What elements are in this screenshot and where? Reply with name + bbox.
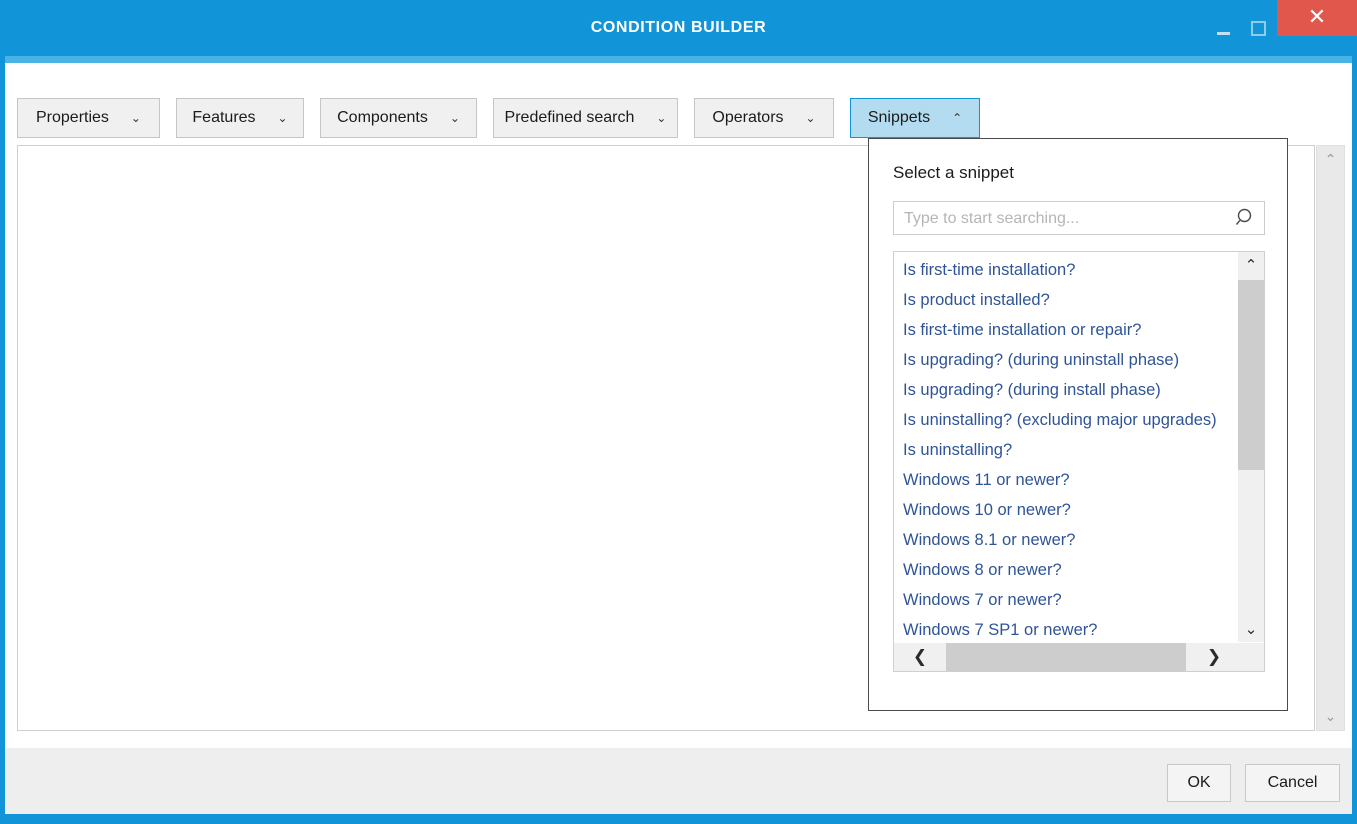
snippet-list-box[interactable]: Is first-time installation?Is product in… — [893, 251, 1265, 672]
operators-dropdown-button[interactable]: Operators ⌄ — [694, 98, 834, 138]
scroll-right-icon[interactable]: ❯ — [1188, 643, 1240, 671]
operators-label: Operators — [712, 109, 783, 127]
scroll-up-icon[interactable]: ⌃ — [1317, 146, 1344, 173]
snippet-search-box[interactable] — [893, 201, 1265, 235]
snippets-dropdown-panel: Select a snippet Is first-time installat… — [868, 138, 1288, 711]
vertical-scroll-thumb[interactable] — [1238, 280, 1264, 470]
condition-editor-scrollbar[interactable]: ⌃ ⌄ — [1316, 145, 1345, 731]
scroll-up-icon[interactable]: ⌃ — [1238, 252, 1264, 278]
window-border-right — [1352, 56, 1357, 824]
features-dropdown-button[interactable]: Features ⌄ — [176, 98, 304, 138]
chevron-down-icon: ⌄ — [278, 112, 288, 124]
cancel-button[interactable]: Cancel — [1245, 764, 1340, 802]
horizontal-scroll-thumb[interactable] — [946, 643, 1186, 671]
title-bar: CONDITION BUILDER ✕ — [0, 0, 1357, 56]
insert-toolbar: Properties ⌄ Features ⌄ Components ⌄ Pre… — [17, 98, 980, 138]
snippet-list-item[interactable]: Is product installed? — [894, 285, 1239, 315]
snippet-list-horizontal-scrollbar[interactable]: ❮ ❯ — [894, 643, 1240, 671]
snippet-list-item[interactable]: Is uninstalling? — [894, 435, 1239, 465]
snippet-list-item[interactable]: Is upgrading? (during uninstall phase) — [894, 345, 1239, 375]
chevron-up-icon: ⌃ — [952, 112, 962, 124]
window-border-bottom — [0, 814, 1357, 824]
chevron-down-icon: ⌄ — [806, 112, 816, 124]
ok-button[interactable]: OK — [1167, 764, 1231, 802]
chevron-down-icon: ⌄ — [450, 112, 460, 124]
snippet-list-vertical-scrollbar[interactable]: ⌃ ⌄ — [1238, 252, 1264, 642]
snippet-list-item[interactable]: Is first-time installation or repair? — [894, 315, 1239, 345]
maximize-icon — [1251, 21, 1266, 36]
snippet-list-item[interactable]: Windows 8 or newer? — [894, 555, 1239, 585]
search-icon[interactable] — [1235, 207, 1257, 229]
snippet-list-item[interactable]: Is first-time installation? — [894, 255, 1239, 285]
snippet-list: Is first-time installation?Is product in… — [894, 252, 1239, 645]
snippet-list-item[interactable]: Windows 7 SP1 or newer? — [894, 615, 1239, 645]
title-accent-band — [0, 56, 1357, 63]
properties-label: Properties — [36, 109, 109, 127]
close-icon: ✕ — [1308, 7, 1326, 29]
close-button[interactable]: ✕ — [1277, 0, 1357, 36]
minimize-icon — [1217, 32, 1230, 35]
snippet-list-item[interactable]: Is uninstalling? (excluding major upgrad… — [894, 405, 1239, 435]
snippet-list-item[interactable]: Windows 10 or newer? — [894, 495, 1239, 525]
components-label: Components — [337, 109, 428, 127]
panel-heading: Select a snippet — [893, 163, 1014, 183]
minimize-button[interactable] — [1203, 0, 1243, 56]
scroll-down-icon[interactable]: ⌄ — [1238, 616, 1264, 642]
snippet-list-item[interactable]: Windows 8.1 or newer? — [894, 525, 1239, 555]
maximize-button[interactable] — [1238, 0, 1278, 56]
properties-dropdown-button[interactable]: Properties ⌄ — [17, 98, 160, 138]
predefined-search-label: Predefined search — [505, 109, 635, 127]
snippet-list-item[interactable]: Windows 7 or newer? — [894, 585, 1239, 615]
chevron-down-icon: ⌄ — [131, 112, 141, 124]
components-dropdown-button[interactable]: Components ⌄ — [320, 98, 477, 138]
predefined-search-dropdown-button[interactable]: Predefined search ⌄ — [493, 98, 678, 138]
footer-button-group: OK Cancel — [1167, 764, 1340, 802]
snippet-search-input[interactable] — [902, 202, 1236, 236]
snippet-list-item[interactable]: Is upgrading? (during install phase) — [894, 375, 1239, 405]
client-area: Properties ⌄ Features ⌄ Components ⌄ Pre… — [5, 63, 1352, 814]
scrollbar-corner — [1238, 643, 1264, 671]
chevron-down-icon: ⌄ — [656, 112, 666, 124]
scroll-down-icon[interactable]: ⌄ — [1317, 703, 1344, 730]
window-title: CONDITION BUILDER — [0, 0, 1357, 56]
features-label: Features — [192, 109, 255, 127]
condition-builder-window: CONDITION BUILDER ✕ Properties ⌄ Feature… — [0, 0, 1357, 824]
snippet-list-item[interactable]: Windows 11 or newer? — [894, 465, 1239, 495]
dialog-footer: OK Cancel — [5, 748, 1352, 814]
snippets-dropdown-button[interactable]: Snippets ⌃ — [850, 98, 980, 138]
snippets-label: Snippets — [868, 109, 930, 127]
scroll-left-icon[interactable]: ❮ — [894, 643, 946, 671]
